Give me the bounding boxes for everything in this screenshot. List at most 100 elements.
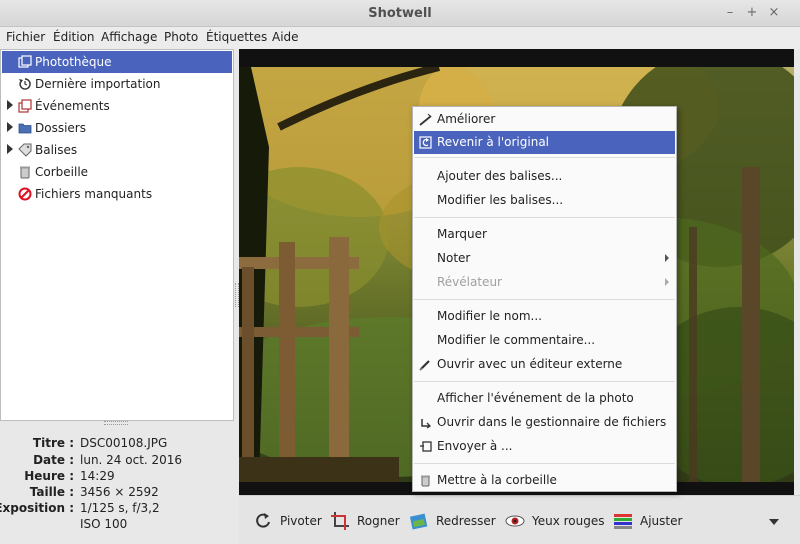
menu-item-label: Noter <box>437 251 471 265</box>
window-title: Shotwell <box>368 6 432 21</box>
menu-item-label: Ajouter des balises... <box>437 169 563 183</box>
menu-item-modifier-commentaire[interactable]: Modifier le commentaire... <box>414 329 675 352</box>
metadata-row: Date : lun. 24 oct. 2016 <box>0 453 234 469</box>
crop-button[interactable]: Rogner <box>330 511 400 531</box>
submenu-arrow-icon <box>665 254 669 262</box>
metadata-key: Taille : <box>29 485 74 499</box>
menu-item-label: Modifier le nom... <box>437 309 542 323</box>
file-manager-icon <box>421 419 432 429</box>
chevron-down-icon[interactable] <box>769 519 779 525</box>
enhance-icon <box>419 113 432 126</box>
straighten-label: Redresser <box>436 514 496 528</box>
metadata-row: Exposition : 1/125 s, f/3,2 <box>0 501 234 517</box>
menu-item-envoyer-a[interactable]: Envoyer à ... <box>414 435 675 458</box>
menu-item-label: Revenir à l'original <box>437 135 550 149</box>
library-icon <box>18 55 32 68</box>
sidebar-item-dossiers[interactable]: Dossiers <box>2 117 232 139</box>
menu-item-noter[interactable]: Noter <box>414 247 675 270</box>
recent-import-icon <box>19 78 31 90</box>
metadata-value: lun. 24 oct. 2016 <box>80 453 183 467</box>
menu-item-modifier-balises[interactable]: Modifier les balises... <box>414 189 675 212</box>
menu-item-marquer[interactable]: Marquer <box>414 223 675 246</box>
menu-separator <box>414 157 675 158</box>
revert-icon <box>419 136 432 149</box>
sidebar-item-phototheque[interactable]: Photothèque <box>2 51 232 73</box>
sidebar-item-label: Dernière importation <box>35 77 161 91</box>
sidebar-item-corbeille[interactable]: Corbeille <box>2 161 232 183</box>
sidebar-item-label: Photothèque <box>35 55 112 69</box>
menu-item-corbeille[interactable]: Mettre à la corbeille <box>414 469 675 492</box>
metadata-key: Heure : <box>24 469 74 483</box>
close-icon[interactable]: × <box>766 5 782 21</box>
sidebar-item-label: Dossiers <box>35 121 86 135</box>
menu-item-label: Améliorer <box>437 112 496 126</box>
menu-separator <box>414 381 675 382</box>
crop-label: Rogner <box>357 514 400 528</box>
menu-aide[interactable]: Aide <box>272 30 299 44</box>
sidebar-item-label: Corbeille <box>35 165 89 179</box>
sidebar-item-balises[interactable]: Balises <box>2 139 232 161</box>
events-icon <box>18 99 32 113</box>
menu-photo[interactable]: Photo <box>164 30 198 44</box>
rotate-icon <box>256 513 270 528</box>
trash-icon <box>421 475 430 487</box>
menu-item-label: Modifier les balises... <box>437 193 564 207</box>
sidebar-item-fichiers-manquants[interactable]: Fichiers manquants <box>2 183 232 205</box>
sidebar-item-label: Fichiers manquants <box>35 187 153 201</box>
external-editor-icon <box>419 360 430 371</box>
folder-icon <box>18 123 32 134</box>
menu-edition[interactable]: Édition <box>53 30 95 44</box>
menu-affichage[interactable]: Affichage <box>101 30 157 44</box>
menu-item-afficher-evenement[interactable]: Afficher l'événement de la photo <box>414 387 675 410</box>
menu-item-editeur-externe[interactable]: Ouvrir avec un éditeur externe <box>414 353 675 376</box>
menu-separator <box>414 299 675 300</box>
context-menu: Améliorer Revenir à l'original Ajouter d… <box>412 106 677 492</box>
menu-item-label: Afficher l'événement de la photo <box>437 391 634 405</box>
menu-item-label: Mettre à la corbeille <box>437 473 557 487</box>
metadata-row: ISO 100 <box>0 517 234 533</box>
menu-fichier[interactable]: Fichier <box>6 30 45 44</box>
red-eye-icon <box>505 515 525 527</box>
sidebar-item-label: Événements <box>35 99 110 113</box>
metadata-value: 1/125 s, f/3,2 <box>80 501 160 515</box>
menu-item-ameliorer[interactable]: Améliorer <box>414 108 675 131</box>
straighten-button[interactable]: Redresser <box>409 511 499 531</box>
adjust-label: Ajuster <box>640 514 683 528</box>
menu-item-label: Marquer <box>437 227 487 241</box>
sidebar-resize-handle[interactable] <box>104 421 128 425</box>
title-bar: Shotwell – + × <box>0 0 800 27</box>
trash-icon <box>20 166 30 179</box>
menu-item-ajouter-balises[interactable]: Ajouter des balises... <box>414 165 675 188</box>
sidebar-item-derniere-importation[interactable]: Dernière importation <box>2 73 232 95</box>
crop-icon <box>331 512 349 530</box>
expander-icon[interactable] <box>7 122 13 132</box>
menu-bar: Fichier Édition Affichage Photo Étiquett… <box>0 27 800 49</box>
maximize-icon[interactable]: + <box>744 5 760 21</box>
red-eye-button[interactable]: Yeux rouges <box>505 511 605 531</box>
menu-item-label: Envoyer à ... <box>437 439 513 453</box>
menu-item-revelateur: Révélateur <box>414 271 675 294</box>
metadata-key: Date : <box>33 453 74 467</box>
menu-item-revenir-original[interactable]: Revenir à l'original <box>414 131 675 154</box>
sidebar-item-evenements[interactable]: Événements <box>2 95 232 117</box>
metadata-key: Titre : <box>32 436 74 450</box>
menu-item-label: Modifier le commentaire... <box>437 333 596 347</box>
metadata-key: Exposition : <box>0 501 74 515</box>
rotate-button[interactable]: Pivoter <box>253 511 323 531</box>
metadata-row: Heure : 14:29 <box>0 469 234 485</box>
menu-etiquettes[interactable]: Étiquettes <box>206 30 267 44</box>
menu-separator <box>414 463 675 464</box>
metadata-value: ISO 100 <box>80 517 128 531</box>
straighten-icon <box>409 513 428 530</box>
metadata-value: DSC00108.JPG <box>80 436 168 450</box>
adjust-button[interactable]: Ajuster <box>613 511 693 531</box>
expander-icon[interactable] <box>7 144 13 154</box>
minimize-icon[interactable]: – <box>722 5 738 21</box>
sidebar-item-label: Balises <box>35 143 78 157</box>
menu-item-label: Ouvrir avec un éditeur externe <box>437 357 623 371</box>
menu-item-gestionnaire-fichiers[interactable]: Ouvrir dans le gestionnaire de fichiers <box>414 411 675 434</box>
menu-item-modifier-nom[interactable]: Modifier le nom... <box>414 305 675 328</box>
adjust-icon <box>614 514 632 529</box>
expander-icon[interactable] <box>7 100 13 110</box>
red-eye-label: Yeux rouges <box>532 514 605 528</box>
